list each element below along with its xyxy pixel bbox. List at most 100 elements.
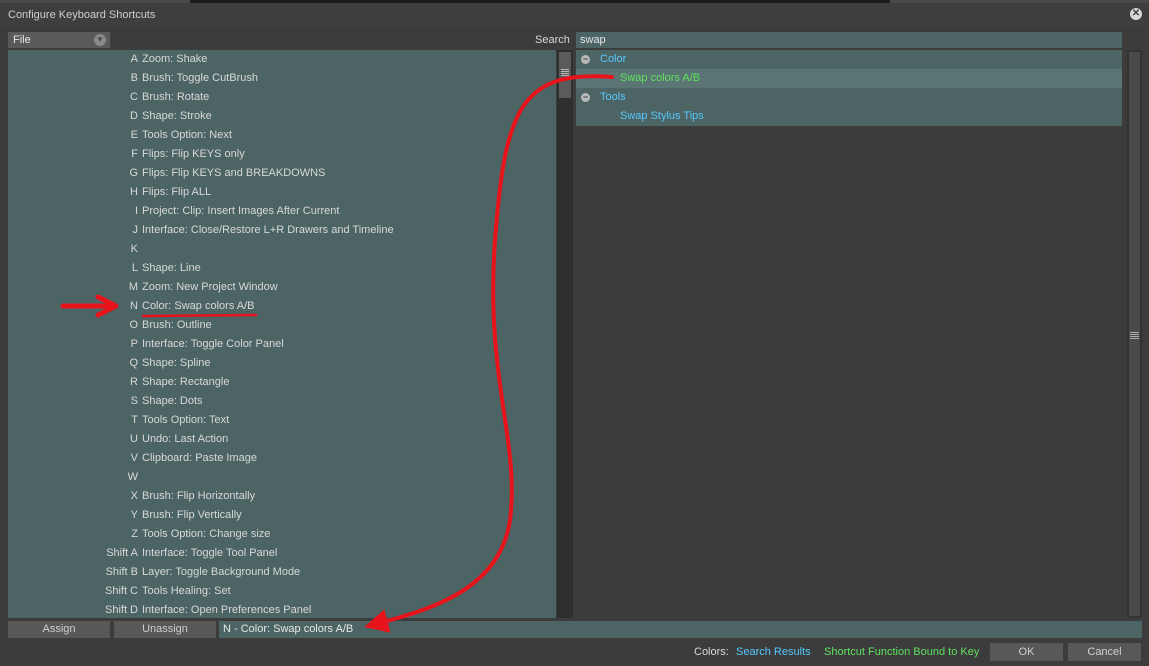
grip-icon bbox=[1130, 332, 1139, 339]
shortcut-row[interactable]: Z Tools Option: Change size bbox=[8, 525, 556, 544]
shortcut-row[interactable]: K bbox=[8, 240, 556, 259]
shortcut-row[interactable]: T Tools Option: Text bbox=[8, 411, 556, 430]
shortcut-row[interactable]: G Flips: Flip KEYS and BREAKDOWNS bbox=[8, 164, 556, 183]
shortcut-row[interactable]: X Brush: Flip Horizontally bbox=[8, 487, 556, 506]
category-filter-value: File bbox=[13, 34, 31, 46]
shortcut-function: Layer: Toggle Background Mode bbox=[142, 566, 301, 578]
shortcut-function: Tools Option: Text bbox=[142, 414, 230, 426]
category-filter-select[interactable]: File ▼ bbox=[8, 32, 110, 48]
shortcut-function: Brush: Flip Vertically bbox=[142, 509, 242, 521]
shortcut-function: Flips: Flip ALL bbox=[142, 186, 212, 198]
shortcut-function: Project: Clip: Insert Images After Curre… bbox=[142, 205, 340, 217]
shortcut-key: O bbox=[129, 319, 138, 331]
shortcut-row[interactable]: O Brush: Outline bbox=[8, 316, 556, 335]
shortcut-key: H bbox=[130, 186, 138, 198]
shortcut-key: S bbox=[130, 395, 138, 407]
shortcut-row[interactable]: B Brush: Toggle CutBrush bbox=[8, 69, 556, 88]
result-item-row[interactable]: Swap colors A/B bbox=[576, 69, 1122, 88]
shortcut-key: Shift B bbox=[105, 566, 138, 578]
shortcut-function: Tools Healing: Set bbox=[142, 585, 231, 597]
shortcut-key: C bbox=[130, 91, 138, 103]
cancel-button[interactable]: Cancel bbox=[1068, 643, 1141, 661]
shortcut-function: Undo: Last Action bbox=[142, 433, 229, 445]
shortcut-row[interactable]: D Shape: Stroke bbox=[8, 107, 556, 126]
collapse-icon[interactable]: − bbox=[581, 93, 590, 102]
shortcut-function: Shape: Dots bbox=[142, 395, 203, 407]
shortcut-function: Brush: Toggle CutBrush bbox=[142, 72, 258, 84]
shortcut-function: Tools Option: Next bbox=[142, 129, 232, 141]
assign-button[interactable]: Assign bbox=[8, 621, 110, 638]
shortcut-row[interactable]: M Zoom: New Project Window bbox=[8, 278, 556, 297]
shortcut-function: Shape: Rectangle bbox=[142, 376, 230, 388]
current-binding-field: N - Color: Swap colors A/B bbox=[219, 621, 1142, 638]
shortcut-function: Brush: Outline bbox=[142, 319, 212, 331]
shortcut-key: M bbox=[128, 281, 138, 293]
shortcut-key: F bbox=[131, 148, 138, 160]
shortcut-function: Clipboard: Paste Image bbox=[142, 452, 257, 464]
shortcut-row[interactable]: F Flips: Flip KEYS only bbox=[8, 145, 556, 164]
shortcut-key: Shift A bbox=[106, 547, 138, 559]
shortcut-key: L bbox=[131, 262, 138, 274]
shortcut-row[interactable]: R Shape: Rectangle bbox=[8, 373, 556, 392]
shortcut-row[interactable]: N Color: Swap colors A/B bbox=[8, 297, 556, 316]
window-title: Configure Keyboard Shortcuts bbox=[8, 9, 156, 21]
shortcut-key: E bbox=[130, 129, 138, 141]
key-list-scrollbar[interactable] bbox=[557, 50, 573, 618]
shortcut-function: Brush: Rotate bbox=[142, 91, 210, 103]
unassign-button[interactable]: Unassign bbox=[114, 621, 216, 638]
shortcut-key: D bbox=[130, 110, 138, 122]
colors-legend-label: Colors: bbox=[694, 646, 729, 658]
shortcut-function: Shape: Stroke bbox=[142, 110, 212, 122]
legend-bound-function: Shortcut Function Bound to Key bbox=[824, 646, 980, 658]
search-results-tree[interactable]: − Color Swap colors A/B − Tools Swap Stylus T… bbox=[576, 50, 1122, 618]
result-category-row[interactable]: − Color bbox=[576, 50, 1122, 69]
shortcut-key-list[interactable]: A Zoom: Shake B Brush: Toggle CutBrush C Brus… bbox=[8, 50, 556, 618]
shortcut-row[interactable]: A Zoom: Shake bbox=[8, 50, 556, 69]
collapse-icon[interactable]: − bbox=[581, 55, 590, 64]
shortcut-row[interactable]: L Shape: Line bbox=[8, 259, 556, 278]
shortcut-function: Zoom: New Project Window bbox=[142, 281, 278, 293]
shortcut-key: N bbox=[130, 300, 138, 312]
close-icon[interactable]: ✕ bbox=[1130, 8, 1142, 20]
shortcut-function: Interface: Close/Restore L+R Drawers and… bbox=[142, 224, 394, 236]
shortcut-row[interactable]: C Brush: Rotate bbox=[8, 88, 556, 107]
shortcut-key: Shift D bbox=[104, 604, 138, 616]
shortcut-function: Interface: Toggle Color Panel bbox=[142, 338, 284, 350]
shortcut-key: X bbox=[130, 490, 138, 502]
shortcut-key: W bbox=[127, 471, 138, 483]
title-bar bbox=[0, 3, 1149, 28]
shortcut-row[interactable]: J Interface: Close/Restore L+R Drawers an… bbox=[8, 221, 556, 240]
shortcut-row[interactable]: I Project: Clip: Insert Images After Curr… bbox=[8, 202, 556, 221]
shortcut-key: I bbox=[134, 205, 138, 217]
shortcut-row[interactable]: H Flips: Flip ALL bbox=[8, 183, 556, 202]
result-item-row[interactable]: Swap Stylus Tips bbox=[576, 107, 1122, 126]
shortcut-key: G bbox=[129, 167, 138, 179]
shortcut-row[interactable]: W bbox=[8, 468, 556, 487]
shortcut-row[interactable]: E Tools Option: Next bbox=[8, 126, 556, 145]
shortcut-function: Interface: Open Preferences Panel bbox=[142, 604, 312, 616]
shortcut-function: Zoom: Shake bbox=[142, 53, 208, 65]
shortcut-row[interactable]: Q Shape: Spline bbox=[8, 354, 556, 373]
shortcut-function: Color: Swap colors A/B bbox=[142, 300, 255, 312]
shortcut-key: U bbox=[130, 433, 138, 445]
shortcut-row[interactable]: P Interface: Toggle Color Panel bbox=[8, 335, 556, 354]
shortcut-key: V bbox=[130, 452, 138, 464]
shortcut-row[interactable]: Shift B Layer: Toggle Background Mode bbox=[8, 563, 556, 582]
shortcut-function: Flips: Flip KEYS and BREAKDOWNS bbox=[142, 167, 326, 179]
search-input[interactable] bbox=[576, 32, 1122, 48]
result-category-row[interactable]: − Tools bbox=[576, 88, 1122, 107]
shortcut-row[interactable]: V Clipboard: Paste Image bbox=[8, 449, 556, 468]
shortcut-function: Flips: Flip KEYS only bbox=[142, 148, 245, 160]
shortcut-key: T bbox=[131, 414, 138, 426]
shortcut-row[interactable]: S Shape: Dots bbox=[8, 392, 556, 411]
search-label: Search bbox=[535, 34, 570, 46]
shortcut-key: P bbox=[130, 338, 138, 350]
shortcut-function: Shape: Line bbox=[142, 262, 201, 274]
shortcut-function: Shape: Spline bbox=[142, 357, 211, 369]
shortcut-row[interactable]: Shift C Tools Healing: Set bbox=[8, 582, 556, 601]
shortcut-row[interactable]: U Undo: Last Action bbox=[8, 430, 556, 449]
shortcut-row[interactable]: Y Brush: Flip Vertically bbox=[8, 506, 556, 525]
shortcut-row[interactable]: Shift D Interface: Open Preferences Panel bbox=[8, 601, 556, 618]
shortcut-row[interactable]: Shift A Interface: Toggle Tool Panel bbox=[8, 544, 556, 563]
ok-button[interactable]: OK bbox=[990, 643, 1063, 661]
